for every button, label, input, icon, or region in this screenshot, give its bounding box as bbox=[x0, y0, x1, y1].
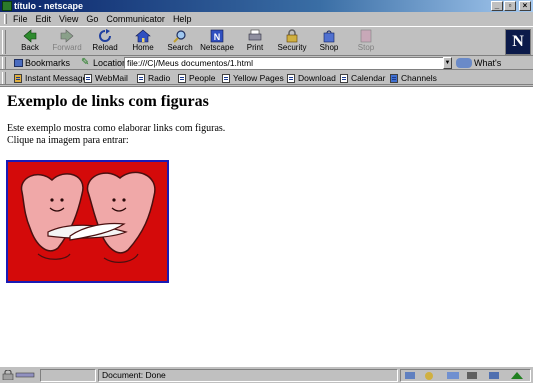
menu-go[interactable]: Go bbox=[82, 13, 102, 25]
bookmark-page-icon bbox=[137, 74, 145, 83]
menu-view[interactable]: View bbox=[55, 13, 82, 25]
bookmarks-button[interactable]: Bookmarks bbox=[14, 57, 70, 69]
component-bar bbox=[400, 369, 531, 382]
menu-bar: File Edit View Go Communicator Help bbox=[0, 12, 533, 25]
back-label: Back bbox=[21, 43, 39, 52]
maximize-button[interactable]: ▫ bbox=[504, 1, 516, 11]
printer-icon bbox=[248, 29, 262, 41]
reload-label: Reload bbox=[92, 43, 118, 52]
channels-label: Channels bbox=[401, 73, 437, 83]
status-text-panel: Document: Done bbox=[98, 369, 398, 382]
toolbar-grip[interactable] bbox=[4, 13, 7, 24]
bookmark-page-icon bbox=[84, 74, 92, 83]
stop-icon bbox=[360, 29, 372, 43]
home-icon bbox=[135, 29, 151, 43]
netscape-app-icon[interactable] bbox=[2, 1, 12, 11]
menu-edit[interactable]: Edit bbox=[32, 13, 56, 25]
progress-bar bbox=[40, 369, 96, 382]
back-arrow-icon bbox=[23, 29, 37, 43]
shop-button[interactable]: Shop bbox=[311, 29, 347, 55]
title-bar: título - netscape _ ▫ × bbox=[0, 0, 533, 12]
hugging-hearts-image bbox=[8, 162, 167, 281]
print-label: Print bbox=[246, 43, 264, 52]
url-input[interactable]: file:///C|/Meus documentos/1.html bbox=[124, 57, 444, 69]
location-label: ✎ Location: bbox=[81, 57, 130, 69]
radio-label: Radio bbox=[148, 73, 171, 83]
image-link[interactable] bbox=[6, 160, 169, 283]
instant-message-link[interactable]: Instant Message bbox=[14, 72, 87, 84]
security-label: Security bbox=[277, 43, 307, 52]
close-button[interactable]: × bbox=[519, 1, 531, 11]
calendar-label: Calendar bbox=[351, 73, 386, 83]
shopping-bag-icon bbox=[323, 30, 335, 43]
back-button[interactable]: Back bbox=[12, 29, 48, 55]
netscape-logo-icon[interactable]: N bbox=[505, 29, 531, 55]
bookmark-page-icon bbox=[340, 74, 348, 83]
page-content: Exemplo de links com figuras Este exempl… bbox=[0, 86, 533, 366]
home-label: Home bbox=[132, 43, 154, 52]
bookmark-page-icon bbox=[178, 74, 186, 83]
menu-help[interactable]: Help bbox=[169, 13, 196, 25]
menu-communicator[interactable]: Communicator bbox=[102, 13, 169, 25]
people-link[interactable]: People bbox=[178, 72, 215, 84]
personal-toolbar: Instant Message WebMail Radio People Yel… bbox=[0, 71, 533, 85]
intro-line-2: Clique na imagem para entrar: bbox=[7, 135, 129, 146]
status-text: Document: Done bbox=[102, 370, 166, 380]
calendar-link[interactable]: Calendar bbox=[340, 72, 386, 84]
download-label: Download bbox=[298, 73, 336, 83]
search-label: Search bbox=[167, 43, 193, 52]
menu-file[interactable]: File bbox=[9, 13, 32, 25]
reload-icon bbox=[99, 29, 111, 42]
navigation-toolbar: Back Forward Reload Home Search N Netsca… bbox=[0, 26, 533, 56]
minimize-button[interactable]: _ bbox=[491, 1, 503, 11]
webmail-link[interactable]: WebMail bbox=[84, 72, 128, 84]
forward-button[interactable]: Forward bbox=[49, 29, 85, 55]
toolbar-grip[interactable] bbox=[2, 72, 6, 84]
netscape-n-icon: N bbox=[210, 29, 224, 43]
forward-arrow-icon bbox=[60, 29, 74, 43]
security-button[interactable]: Security bbox=[274, 29, 310, 55]
search-icon bbox=[173, 30, 186, 43]
intro-line-1: Este exemplo mostra como elaborar links … bbox=[7, 123, 226, 134]
component-bar-icons bbox=[405, 372, 523, 380]
download-link[interactable]: Download bbox=[287, 72, 336, 84]
lock-icon bbox=[286, 29, 298, 43]
home-button[interactable]: Home bbox=[125, 29, 161, 55]
reload-button[interactable]: Reload bbox=[87, 29, 123, 55]
instant-message-icon bbox=[14, 74, 22, 83]
security-lock-icon[interactable] bbox=[2, 369, 14, 381]
toolbar-grip[interactable] bbox=[2, 30, 6, 54]
people-label: People bbox=[189, 73, 216, 83]
channels-link[interactable]: Channels bbox=[390, 72, 437, 84]
svg-text:N: N bbox=[214, 32, 221, 42]
stop-label: Stop bbox=[357, 43, 375, 52]
shop-label: Shop bbox=[319, 43, 339, 52]
page-heading: Exemplo de links com figuras bbox=[7, 93, 209, 110]
whats-related-icon bbox=[456, 58, 472, 68]
instant-message-label: Instant Message bbox=[25, 73, 88, 83]
location-toolbar: Bookmarks ✎ Location: file:///C|/Meus do… bbox=[0, 56, 533, 80]
window-title: título - netscape bbox=[14, 1, 84, 11]
status-bar: Document: Done bbox=[0, 366, 533, 383]
bookmarks-label: Bookmarks bbox=[25, 58, 71, 68]
search-button[interactable]: Search bbox=[162, 29, 198, 55]
page-intro: Este exemplo mostra como elaborar links … bbox=[7, 123, 225, 147]
netscape-label: Netscape bbox=[200, 43, 234, 52]
webmail-label: WebMail bbox=[95, 73, 128, 83]
connection-status-icon bbox=[15, 370, 35, 380]
page-proxy-icon[interactable]: ✎ bbox=[81, 58, 91, 68]
forward-label: Forward bbox=[52, 43, 82, 52]
bookmark-page-icon bbox=[222, 74, 230, 83]
toolbar-grip[interactable] bbox=[2, 57, 6, 69]
stop-button[interactable]: Stop bbox=[348, 29, 384, 55]
radio-link[interactable]: Radio bbox=[137, 72, 170, 84]
netscape-button[interactable]: N Netscape bbox=[199, 29, 235, 55]
yellow-pages-label: Yellow Pages bbox=[233, 73, 284, 83]
bookmarks-icon bbox=[14, 59, 23, 67]
yellow-pages-link[interactable]: Yellow Pages bbox=[222, 72, 284, 84]
url-dropdown-button[interactable]: ▼ bbox=[443, 57, 452, 69]
channels-folder-icon bbox=[390, 74, 398, 83]
print-button[interactable]: Print bbox=[237, 29, 273, 55]
bookmark-page-icon bbox=[287, 74, 295, 83]
